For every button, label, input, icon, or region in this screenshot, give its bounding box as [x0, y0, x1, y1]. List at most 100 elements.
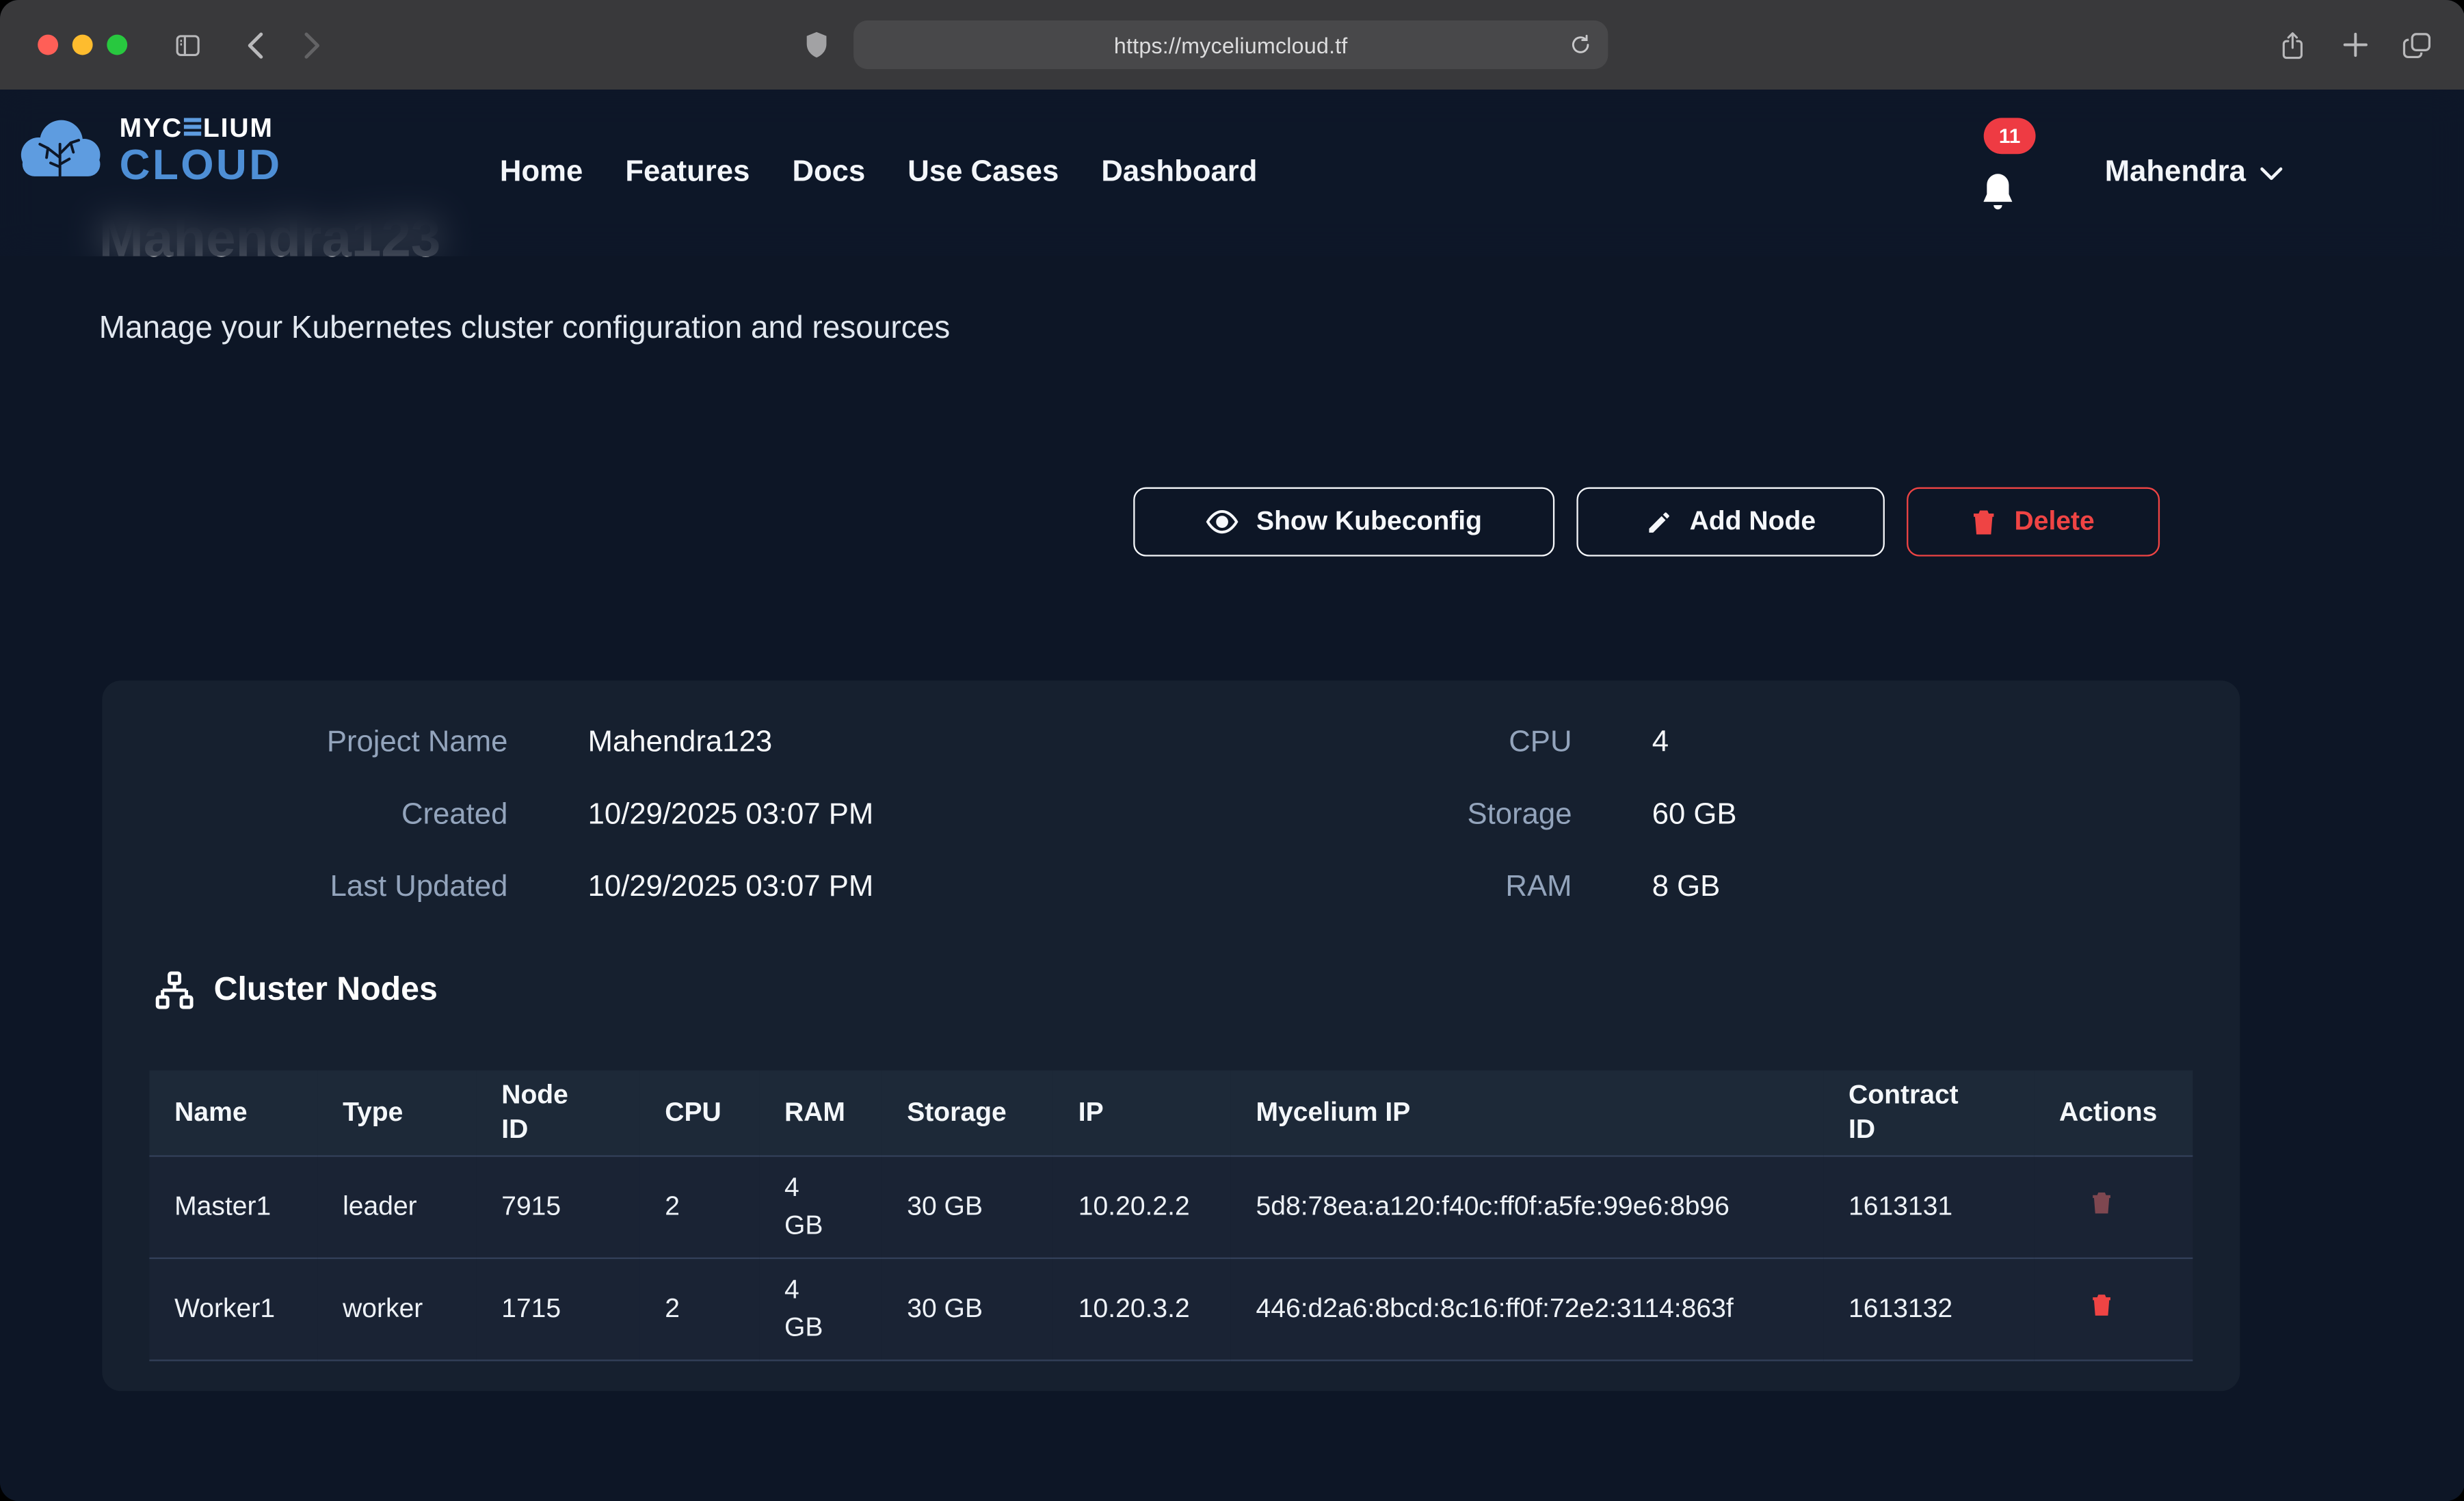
column-header-ip: IP — [1053, 1070, 1231, 1155]
browser-toolbar: https://myceliumcloud.tf — [0, 0, 2464, 90]
nav-link-use-cases[interactable]: Use Cases — [908, 156, 1059, 191]
privacy-shield-icon[interactable] — [795, 0, 836, 90]
detail-label: RAM — [1171, 868, 1572, 909]
logo-wordmark-top: MYCLIUM — [120, 115, 282, 142]
cluster-details: Project Name Mahendra123 Created 10/29/2… — [102, 680, 2240, 908]
chevron-down-icon — [2260, 165, 2282, 180]
trash-icon — [1972, 507, 1997, 535]
delete-node-button[interactable] — [2091, 1291, 2112, 1316]
column-header-cpu: CPU — [639, 1070, 759, 1155]
safari-window: https://myceliumcloud.tf — [0, 0, 2464, 1501]
cell-contract-id: 1613132 — [1823, 1258, 2034, 1359]
user-menu[interactable]: Mahendra — [2105, 90, 2282, 256]
cell-contract-id: 1613131 — [1823, 1155, 2034, 1257]
detail-value: 60 GB — [1652, 795, 2240, 836]
eye-icon — [1206, 509, 1238, 535]
details-right-column: CPU 4 Storage 60 GB RAM 8 GB — [1171, 723, 2240, 908]
page-subtitle: Manage your Kubernetes cluster configura… — [99, 311, 950, 347]
column-header-mycelium-ip: Mycelium IP — [1231, 1070, 1824, 1155]
url-text: https://myceliumcloud.tf — [1114, 32, 1348, 57]
column-header-type: Type — [317, 1070, 476, 1155]
site-navbar: MYCLIUM CLOUD Home Features Docs Use Cas… — [0, 90, 2464, 256]
logo-wordmark-bottom: CLOUD — [120, 144, 282, 187]
table-row: Worker1 worker 1715 2 4 GB 30 GB 10.20.3… — [149, 1258, 2193, 1359]
detail-label: Storage — [1171, 795, 1572, 836]
pencil-icon — [1645, 509, 1672, 535]
cloud-logo-icon — [16, 116, 107, 185]
cell-mycelium-ip: 5d8:78ea:a120:f40c:ff0f:a5fe:99e6:8b96 — [1231, 1155, 1824, 1257]
reload-icon[interactable] — [1569, 21, 1592, 69]
column-header-node-id: Node ID — [476, 1070, 639, 1155]
cell-name: Master1 — [149, 1155, 317, 1257]
screen: https://myceliumcloud.tf — [0, 0, 2464, 1501]
detail-label: CPU — [1171, 723, 1572, 764]
address-bar[interactable]: https://myceliumcloud.tf — [853, 21, 1608, 69]
cell-ip: 10.20.3.2 — [1053, 1258, 1231, 1359]
mycelium-cloud-logo[interactable]: MYCLIUM CLOUD — [16, 115, 282, 187]
cell-storage: 30 GB — [882, 1155, 1053, 1257]
cell-node-id: 7915 — [476, 1155, 639, 1257]
detail-label: Last Updated — [102, 868, 507, 909]
delete-cluster-button[interactable]: Delete — [1907, 488, 2160, 557]
bell-icon — [1978, 172, 2019, 215]
nav-link-docs[interactable]: Docs — [792, 156, 865, 191]
forward-icon[interactable] — [293, 0, 330, 90]
table-row: Master1 leader 7915 2 4 GB 30 GB 10.20.2… — [149, 1155, 2193, 1257]
tab-overview-icon[interactable] — [2392, 0, 2439, 90]
cluster-panel: Project Name Mahendra123 Created 10/29/2… — [102, 680, 2240, 1391]
detail-label: Project Name — [102, 723, 507, 764]
cluster-nodes-heading: Cluster Nodes — [154, 970, 438, 1011]
new-tab-icon[interactable] — [2333, 0, 2376, 90]
cell-ram: 4 GB — [759, 1155, 882, 1257]
cell-node-id: 1715 — [476, 1258, 639, 1359]
column-header-storage: Storage — [882, 1070, 1053, 1155]
column-header-ram: RAM — [759, 1070, 882, 1155]
window-minimize-button[interactable] — [72, 35, 93, 55]
details-left-column: Project Name Mahendra123 Created 10/29/2… — [102, 723, 1171, 908]
table-header-row: Name Type Node ID CPU RAM Storage IP Myc… — [149, 1070, 2193, 1155]
trash-icon — [2091, 1291, 2112, 1316]
detail-value: 10/29/2025 03:07 PM — [588, 795, 1171, 836]
cluster-nodes-title: Cluster Nodes — [214, 971, 438, 1009]
cell-actions — [2034, 1155, 2193, 1257]
page-body: Mahendra123 Manage your Kubernetes clust… — [0, 90, 2464, 1501]
trash-icon — [2091, 1189, 2112, 1214]
detail-value: 8 GB — [1652, 868, 2240, 909]
notifications-button[interactable]: 11 — [1974, 137, 2037, 225]
cell-cpu: 2 — [639, 1258, 759, 1359]
delete-node-button[interactable] — [2091, 1189, 2112, 1214]
cluster-nodes-table: Name Type Node ID CPU RAM Storage IP Myc… — [149, 1070, 2193, 1360]
notification-badge: 11 — [1984, 118, 2036, 154]
user-name: Mahendra — [2105, 156, 2246, 191]
window-close-button[interactable] — [38, 35, 58, 55]
cell-actions — [2034, 1258, 2193, 1359]
cell-storage: 30 GB — [882, 1258, 1053, 1359]
detail-value: Mahendra123 — [588, 723, 1171, 764]
cell-name: Worker1 — [149, 1258, 317, 1359]
cell-type: leader — [317, 1155, 476, 1257]
detail-label: Created — [102, 795, 507, 836]
column-header-actions: Actions — [2034, 1070, 2193, 1155]
back-icon[interactable] — [236, 0, 274, 90]
show-kubeconfig-button[interactable]: Show Kubeconfig — [1133, 488, 1554, 557]
detail-value: 10/29/2025 03:07 PM — [588, 868, 1171, 909]
detail-value: 4 — [1652, 723, 2240, 764]
window-zoom-button[interactable] — [107, 35, 127, 55]
cell-ram: 4 GB — [759, 1258, 882, 1359]
add-node-button[interactable]: Add Node — [1576, 488, 1885, 557]
cell-cpu: 2 — [639, 1155, 759, 1257]
share-icon[interactable] — [2270, 0, 2314, 90]
cell-mycelium-ip: 446:d2a6:8bcd:8c16:ff0f:72e2:3114:863f — [1231, 1258, 1824, 1359]
nav-links: Home Features Docs Use Cases Dashboard — [500, 156, 1258, 191]
logo-e-glyph — [184, 118, 201, 138]
column-header-contract-id: Contract ID — [1823, 1070, 2034, 1155]
nav-link-home[interactable]: Home — [500, 156, 583, 191]
cell-type: worker — [317, 1258, 476, 1359]
nav-link-features[interactable]: Features — [625, 156, 750, 191]
column-header-name: Name — [149, 1070, 317, 1155]
sidebar-toggle-icon[interactable] — [167, 0, 208, 90]
cluster-actions: Show Kubeconfig Add Node Delete — [1133, 488, 2160, 557]
cell-ip: 10.20.2.2 — [1053, 1155, 1231, 1257]
network-nodes-icon — [154, 970, 195, 1011]
nav-link-dashboard[interactable]: Dashboard — [1101, 156, 1257, 191]
